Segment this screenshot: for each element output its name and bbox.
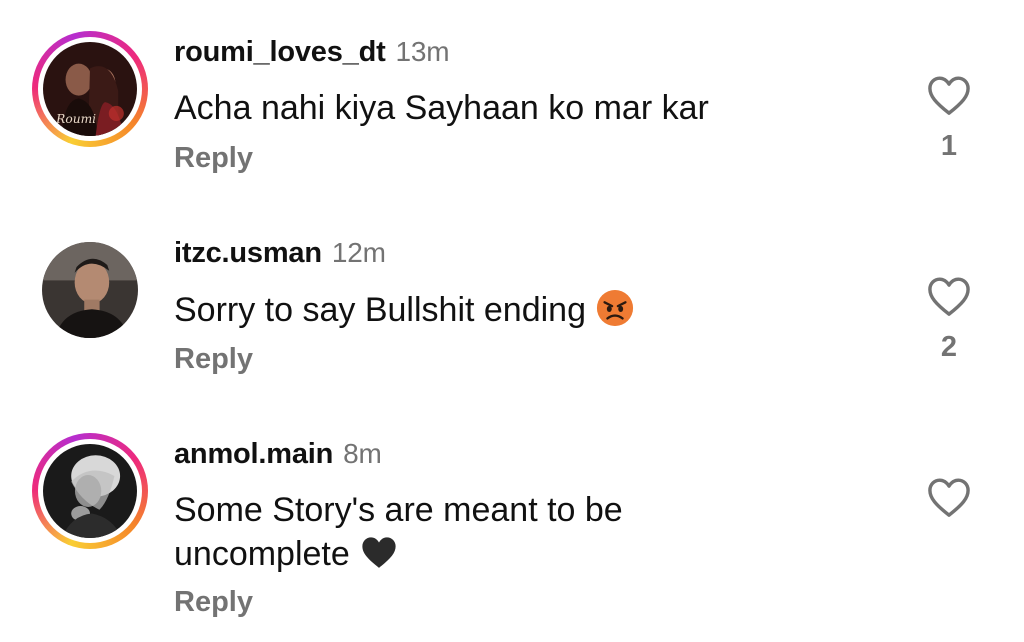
- avatar-story-ring[interactable]: Roumi: [32, 31, 148, 147]
- username-text[interactable]: anmol.main: [174, 438, 333, 470]
- like-count: 1: [940, 130, 958, 162]
- like-count: 2: [940, 331, 958, 363]
- heart-icon[interactable]: [926, 74, 972, 116]
- comment-text-body: Sorry to say Bullshit ending: [174, 291, 586, 329]
- avatar: Roumi: [43, 42, 137, 136]
- avatar-story-ring[interactable]: [32, 433, 148, 549]
- comment-text-line: Some Story's are meant to be: [174, 491, 623, 529]
- comment-username[interactable]: anmol.main 8m: [174, 438, 382, 471]
- avatar: [43, 444, 137, 538]
- angry-face-icon: [596, 289, 634, 327]
- reply-button[interactable]: Reply: [174, 142, 253, 175]
- comment-timestamp: 8m: [343, 438, 382, 469]
- heart-icon[interactable]: [926, 476, 972, 518]
- avatar-logo-text: Roumi: [55, 112, 96, 126]
- heart-icon[interactable]: [926, 275, 972, 317]
- comment-text-body: uncomplete: [174, 535, 350, 573]
- comment-text: Sorry to say Bullshit ending: [174, 288, 734, 332]
- comment-text-line: uncomplete: [174, 532, 734, 576]
- comment-timestamp: 12m: [331, 237, 386, 268]
- username-text[interactable]: roumi_loves_dt: [174, 36, 386, 68]
- comment-timestamp: 13m: [395, 36, 450, 67]
- comment-username[interactable]: itzc.usman 12m: [174, 237, 386, 270]
- reply-button[interactable]: Reply: [174, 343, 253, 376]
- avatar[interactable]: [42, 242, 138, 338]
- username-text[interactable]: itzc.usman: [174, 237, 322, 269]
- comment-text: Acha nahi kiya Sayhaan ko mar kar: [174, 89, 709, 127]
- comment-username[interactable]: roumi_loves_dt 13m: [174, 36, 450, 69]
- reply-button[interactable]: Reply: [174, 586, 253, 619]
- black-heart-icon: [362, 537, 396, 568]
- comment-text: Some Story's are meant to be uncomplete: [174, 488, 734, 576]
